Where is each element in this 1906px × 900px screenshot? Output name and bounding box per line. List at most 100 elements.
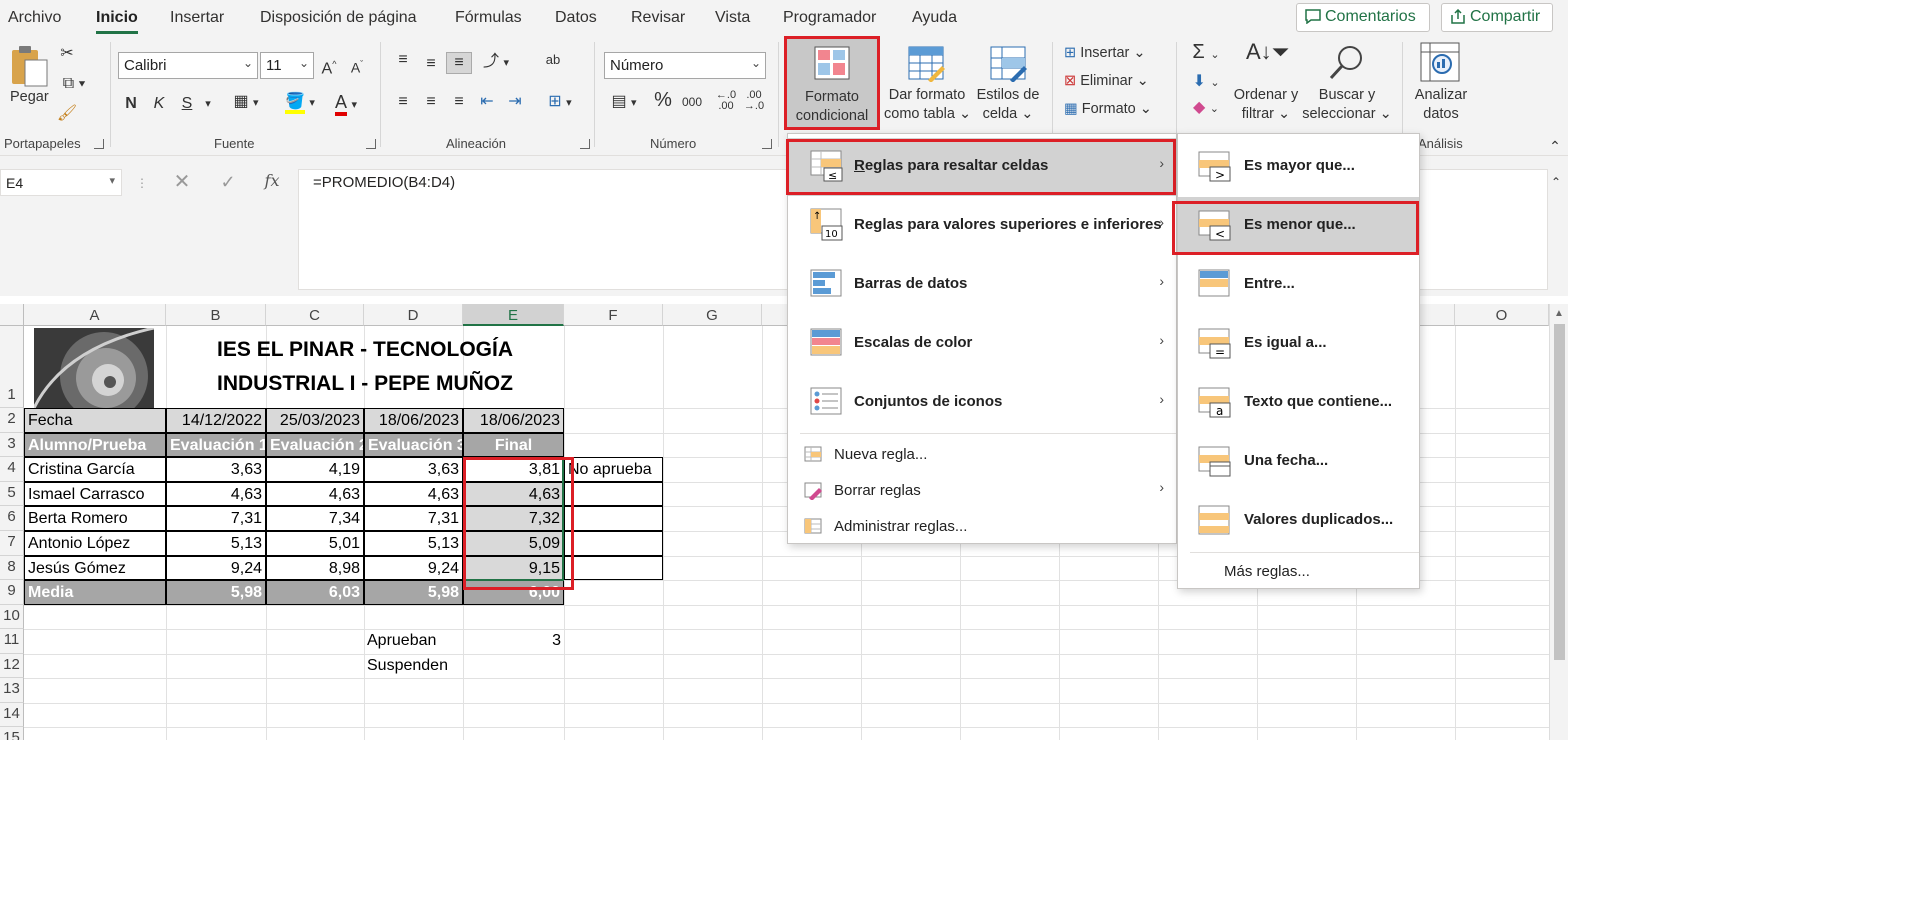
row-header-3[interactable]: 3 [0, 433, 24, 457]
date-cell[interactable]: 14/12/2022 [166, 408, 266, 433]
grade-cell[interactable]: 5,01 [266, 531, 364, 556]
cancel-icon[interactable]: ✕ [170, 172, 194, 192]
tab-archivo[interactable]: Archivo [8, 9, 61, 27]
autosum-icon[interactable]: Σ ⌄ [1188, 42, 1224, 65]
fill-icon[interactable]: ⬇ ⌄ [1188, 72, 1224, 93]
cut-icon[interactable]: ✂ [58, 44, 76, 64]
status-cell[interactable] [564, 506, 663, 531]
column-header-f[interactable]: F [564, 304, 663, 326]
delete-cells-button[interactable]: ⊠ Eliminar ⌄ [1064, 72, 1149, 91]
wrap-text-icon[interactable]: ab [540, 50, 566, 70]
row-header-10[interactable]: 10 [0, 605, 24, 629]
row-header-15[interactable]: 15 [0, 727, 24, 740]
underline-button[interactable]: S [178, 94, 196, 114]
italic-button[interactable]: K [150, 94, 168, 114]
alignment-launcher-icon[interactable] [580, 139, 590, 149]
column-header-c[interactable]: C [266, 304, 364, 326]
decrease-decimal-icon[interactable]: .00 →.0 [742, 90, 766, 112]
align-top-icon[interactable]: ≡ [392, 50, 414, 70]
sort-filter-label-2[interactable]: filtrar ⌄ [1230, 105, 1302, 124]
increase-font-icon[interactable]: A^ [318, 54, 340, 79]
grade-cell[interactable]: 4,63 [266, 482, 364, 506]
currency-icon[interactable]: ▤ ▾ [606, 92, 642, 113]
submenu-item-equal-to[interactable]: = Es igual a... [1178, 315, 1419, 373]
comments-button[interactable]: Comentarios [1296, 3, 1430, 32]
row-header-9[interactable]: 9 [0, 580, 24, 605]
submenu-item-date[interactable]: Una fecha... [1178, 433, 1419, 491]
row-header-5[interactable]: 5 [0, 482, 24, 506]
column-header-a[interactable]: A [24, 304, 166, 326]
grade-cell[interactable]: 7,31 [364, 506, 463, 531]
grade-cell[interactable]: 5,13 [364, 531, 463, 556]
student-name-cell[interactable]: Ismael Carrasco [24, 482, 166, 506]
font-launcher-icon[interactable] [366, 139, 376, 149]
average-cell[interactable]: 5,98 [364, 580, 463, 605]
menu-item-clear-rules[interactable]: Borrar reglas › [788, 476, 1176, 508]
analyze-data-label-2[interactable]: datos [1408, 105, 1474, 124]
column-title-cell[interactable]: Alumno/Prueba [24, 433, 166, 457]
column-title-cell[interactable]: Evaluación 3 [364, 433, 463, 457]
font-name-select[interactable]: Calibri ⌄ [118, 52, 258, 79]
column-header-e[interactable]: E [463, 304, 564, 326]
paste-button[interactable] [10, 44, 50, 93]
scrollbar-thumb[interactable] [1554, 324, 1565, 660]
clear-icon[interactable]: ◆ ⌄ [1188, 98, 1224, 119]
tab-inicio[interactable]: Inicio [96, 9, 138, 27]
bold-button[interactable]: N [122, 94, 140, 114]
align-middle-icon[interactable]: ≡ [420, 54, 442, 74]
media-label-cell[interactable]: Media [24, 580, 166, 605]
row-header-8[interactable]: 8 [0, 556, 24, 580]
copy-icon[interactable]: ⧉ ▾ [56, 74, 92, 94]
analyze-data-icon[interactable] [1420, 42, 1460, 82]
decrease-font-icon[interactable]: Aˇ [346, 54, 368, 78]
column-header-b[interactable]: B [166, 304, 266, 326]
column-header-o[interactable]: O [1455, 304, 1549, 326]
suspenden-label-cell[interactable]: Suspenden [364, 654, 463, 678]
share-button[interactable]: Compartir [1441, 3, 1553, 32]
increase-indent-icon[interactable]: ⇥ [504, 92, 526, 112]
thousands-icon[interactable]: 000 [680, 92, 704, 112]
find-select-label-1[interactable]: Buscar y [1302, 86, 1392, 105]
grade-cell[interactable]: 4,19 [266, 457, 364, 482]
grade-cell[interactable]: 7,34 [266, 506, 364, 531]
grade-cell[interactable]: 3,63 [166, 457, 266, 482]
decrease-indent-icon[interactable]: ⇤ [476, 92, 498, 112]
row-header-1[interactable]: 1 [0, 326, 24, 408]
chevron-down-icon[interactable]: ▾ [200, 94, 216, 114]
expand-formula-icon[interactable]: ⌃ [1548, 172, 1564, 192]
format-cells-button[interactable]: ▦ Formato ⌄ [1064, 100, 1152, 119]
column-title-cell[interactable]: Evaluación 1 [166, 433, 266, 457]
submenu-item-more-rules[interactable]: Más reglas... [1178, 558, 1419, 586]
grade-cell[interactable]: 7,31 [166, 506, 266, 531]
vertical-scrollbar[interactable]: ▲ [1549, 304, 1568, 740]
submenu-item-text-contains[interactable]: a Texto que contiene... [1178, 374, 1419, 432]
format-as-table-label-2[interactable]: como tabla ⌄ [884, 105, 971, 124]
grade-cell[interactable]: 8,98 [266, 556, 364, 580]
row-header-11[interactable]: 11 [0, 629, 24, 654]
submenu-item-duplicates[interactable]: Valores duplicados... [1178, 492, 1419, 550]
align-left-icon[interactable]: ≡ [392, 92, 414, 112]
font-size-select[interactable]: 11 ⌄ [260, 52, 314, 79]
tab-disposicion[interactable]: Disposición de página [260, 9, 417, 27]
merge-center-icon[interactable]: ⊞ ▾ [540, 92, 580, 113]
grade-cell[interactable]: 9,24 [364, 556, 463, 580]
tab-programador[interactable]: Programador [783, 9, 876, 27]
tab-formulas[interactable]: Fórmulas [455, 9, 522, 27]
align-bottom-icon[interactable]: ≡ [446, 52, 472, 74]
cell-styles-label-2[interactable]: celda ⌄ [972, 105, 1044, 124]
insert-cells-button[interactable]: ⊞ Insertar ⌄ [1064, 44, 1146, 63]
grade-cell[interactable]: 9,24 [166, 556, 266, 580]
column-header-g[interactable]: G [663, 304, 762, 326]
grade-cell[interactable]: 4,63 [166, 482, 266, 506]
scroll-up-icon[interactable]: ▲ [1554, 308, 1564, 319]
number-launcher-icon[interactable] [762, 139, 772, 149]
status-cell[interactable] [564, 556, 663, 580]
analyze-data-label-1[interactable]: Analizar [1408, 86, 1474, 105]
student-name-cell[interactable]: Antonio López [24, 531, 166, 556]
row-header-6[interactable]: 6 [0, 506, 24, 531]
status-cell[interactable] [564, 531, 663, 556]
menu-item-manage-rules[interactable]: Administrar reglas... [788, 512, 1176, 544]
align-center-icon[interactable]: ≡ [420, 92, 442, 112]
font-color-icon[interactable]: A ▾ [326, 92, 366, 116]
date-cell[interactable]: 18/06/2023 [463, 408, 564, 433]
